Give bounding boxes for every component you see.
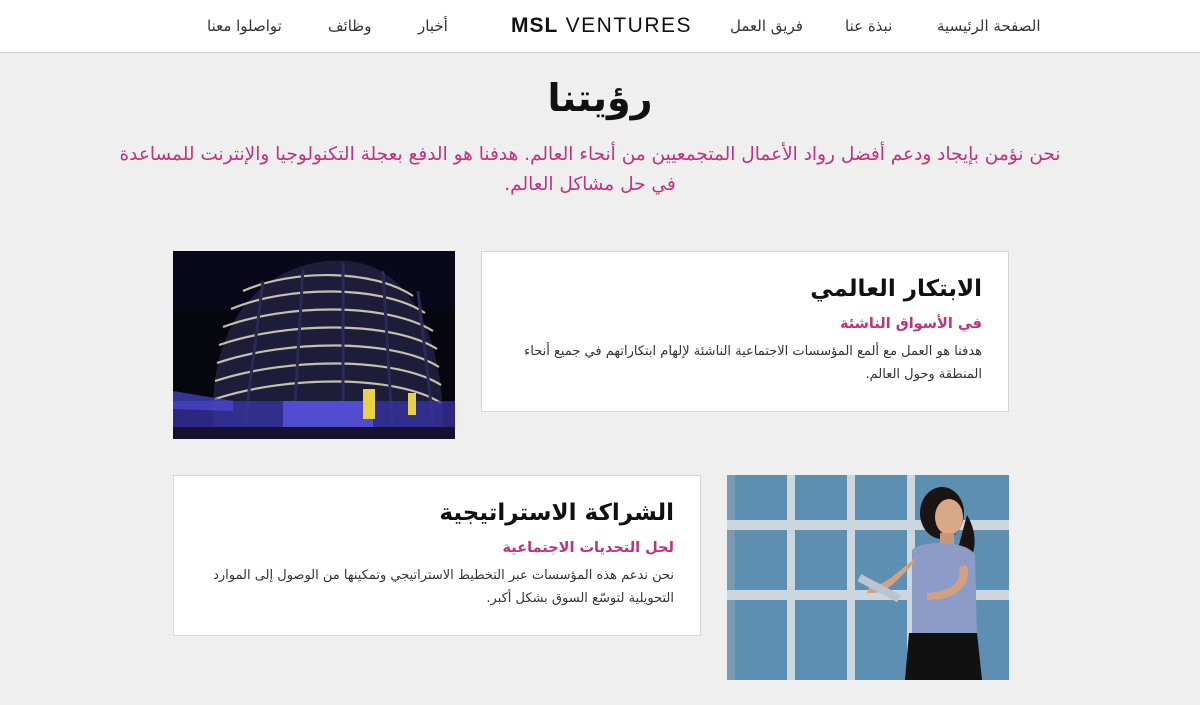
nav-jobs-link[interactable]: وظائف bbox=[328, 0, 371, 53]
page-title: رؤيتنا bbox=[547, 76, 653, 120]
card-description: هدفنا هو العمل مع ألمع المؤسسات الاجتماع… bbox=[524, 344, 982, 382]
nav-news-link[interactable]: أخبار bbox=[418, 0, 448, 53]
vision-statement: نحن نؤمن بإيجاد ودعم أفضل رواد الأعمال ا… bbox=[119, 144, 1061, 195]
nav-team-link[interactable]: فريق العمل bbox=[730, 0, 803, 53]
brand-logo-light: VENTURES bbox=[565, 14, 693, 37]
feature-card-strategic-partnership: الشراكة الاستراتيجية لحل التحديات الاجتم… bbox=[173, 475, 701, 636]
brand-logo-bold: MSL bbox=[511, 14, 559, 37]
top-navbar: الصفحة الرئيسية نبذة عنا فريق العمل MSL … bbox=[0, 0, 1200, 53]
nav-home-link[interactable]: الصفحة الرئيسية bbox=[937, 0, 1041, 53]
building-night-photo bbox=[173, 251, 455, 439]
woman-with-tablet-photo bbox=[727, 475, 1009, 680]
brand-logo[interactable]: MSL VENTURES bbox=[511, 0, 691, 53]
card-title: الشراكة الاستراتيجية bbox=[439, 500, 674, 526]
card-subtitle: في الأسواق الناشئة bbox=[839, 316, 982, 332]
nav-about-link[interactable]: نبذة عنا bbox=[845, 0, 892, 53]
nav-contact-link[interactable]: تواصلوا معنا bbox=[207, 0, 282, 53]
feature-card-global-innovation: الابتكار العالمي في الأسواق الناشئة هدفن… bbox=[481, 251, 1009, 412]
card-title: الابتكار العالمي bbox=[810, 276, 982, 302]
card-description: نحن ندعم هذه المؤسسات عبر التخطيط الاستر… bbox=[213, 568, 674, 606]
card-subtitle: لحل التحديات الاجتماعية bbox=[502, 540, 674, 556]
